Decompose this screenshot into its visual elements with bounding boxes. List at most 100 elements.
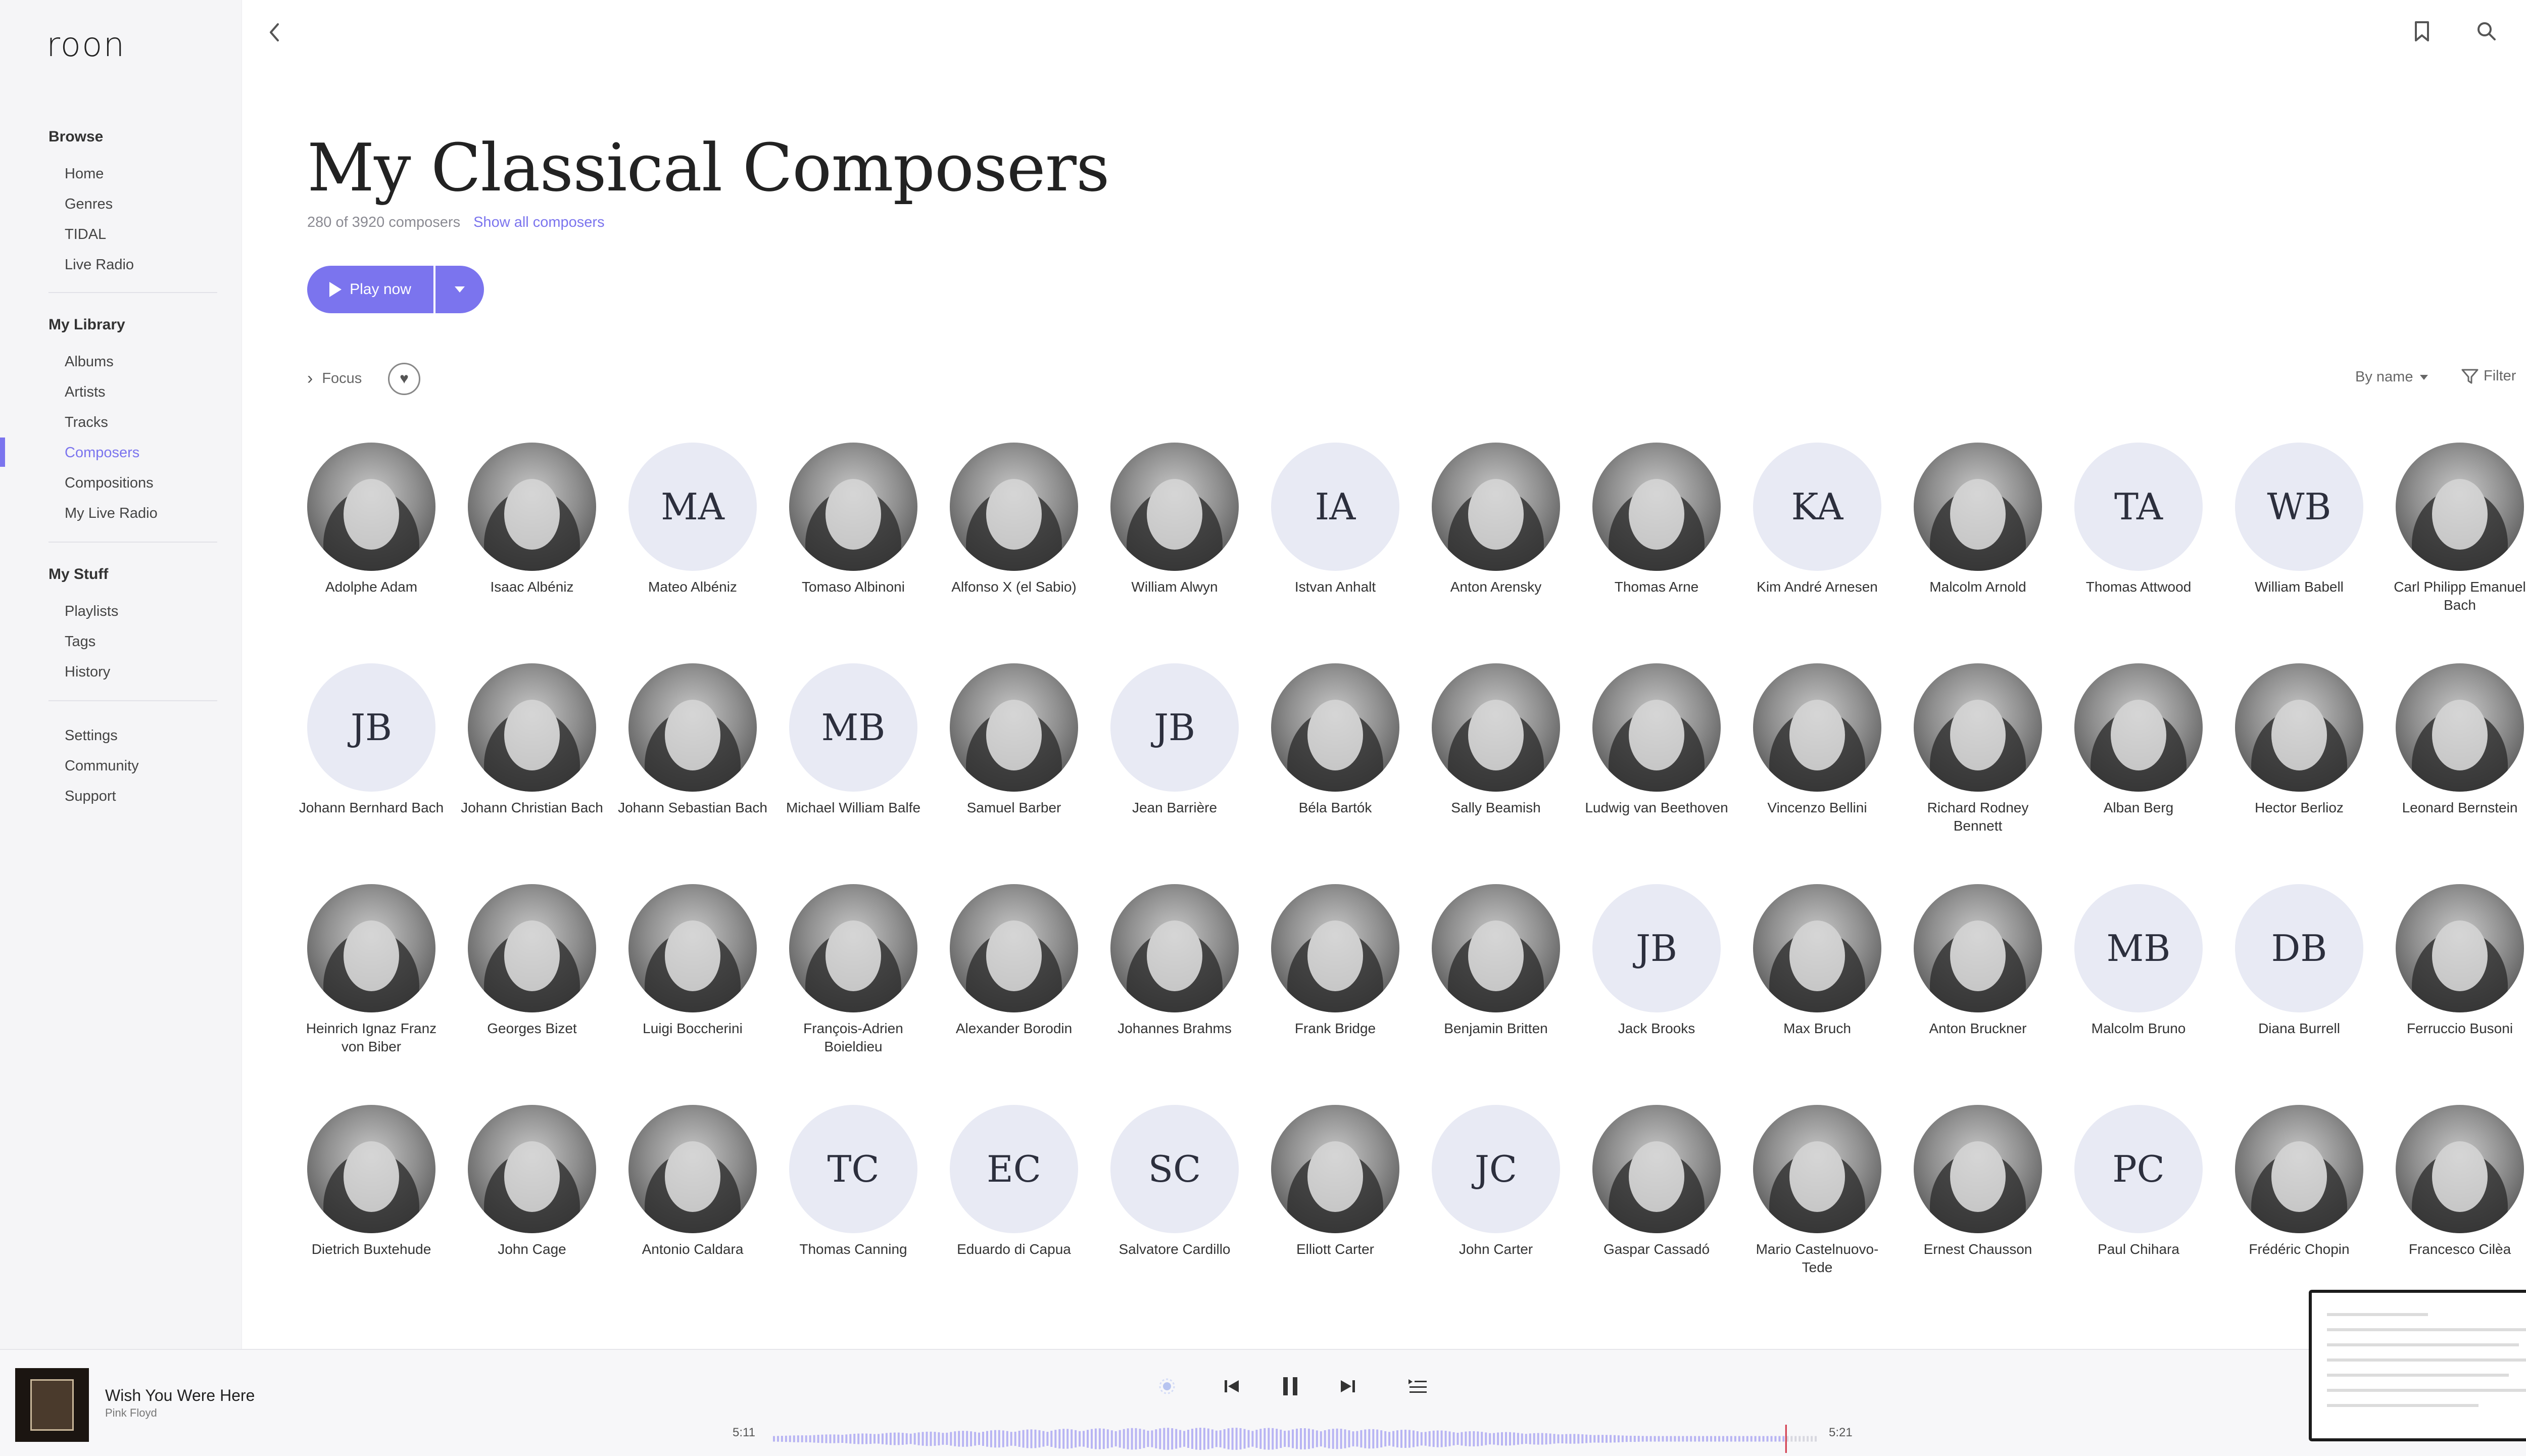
sidebar-item-genres[interactable]: Genres [65, 196, 113, 213]
sidebar-item-tags[interactable]: Tags [65, 634, 95, 650]
composer-initials-avatar[interactable]: KA [1753, 443, 1881, 571]
composer-portrait[interactable] [628, 663, 757, 792]
composer-portrait[interactable] [1592, 443, 1721, 571]
composer-name[interactable]: Sally Beamish [1420, 799, 1572, 817]
composer-portrait[interactable] [1432, 884, 1560, 1012]
composer-name[interactable]: Diana Burrell [2223, 1020, 2375, 1038]
composer-card[interactable]: DB Diana Burrell [2235, 884, 2363, 1105]
composer-initials-avatar[interactable]: JB [1592, 884, 1721, 1012]
composer-card[interactable]: MA Mateo Albéniz [628, 443, 757, 663]
sidebar-item-composers[interactable]: Composers [65, 445, 139, 461]
composer-card[interactable]: PC Paul Chihara [2074, 1105, 2203, 1326]
composer-initials-avatar[interactable]: JC [1432, 1105, 1560, 1233]
composer-name[interactable]: Mario Castelnuovo-Tede [1741, 1240, 1893, 1277]
composer-name[interactable]: Alexander Borodin [938, 1020, 1090, 1038]
composer-card[interactable]: Benjamin Britten [1432, 884, 1560, 1105]
sidebar-item-live-radio[interactable]: Live Radio [65, 257, 134, 273]
composer-portrait[interactable] [468, 1105, 596, 1233]
composer-portrait[interactable] [1271, 884, 1399, 1012]
composer-card[interactable]: EC Eduardo di Capua [950, 1105, 1078, 1326]
waveform-seek-bar[interactable] [773, 1425, 1819, 1453]
composer-initials-avatar[interactable]: PC [2074, 1105, 2203, 1233]
composer-card[interactable]: MB Michael William Balfe [786, 663, 920, 884]
filter-button[interactable]: Filter [2461, 368, 2516, 384]
composer-name[interactable]: Johannes Brahms [1099, 1020, 1250, 1038]
composer-card[interactable]: Gaspar Cassadó [1592, 1105, 1721, 1326]
composer-portrait[interactable] [307, 443, 435, 571]
composer-card[interactable]: John Cage [468, 1105, 596, 1326]
composer-name[interactable]: Vincenzo Bellini [1741, 799, 1893, 817]
composer-name[interactable]: Johann Christian Bach [456, 799, 608, 817]
bookmark-icon[interactable] [2413, 20, 2431, 42]
composer-name[interactable]: Istvan Anhalt [1259, 578, 1411, 596]
composer-name[interactable]: Jean Barrière [1099, 799, 1250, 817]
composer-initials-avatar[interactable]: EC [950, 1105, 1078, 1233]
composer-card[interactable]: Thomas Arne [1592, 443, 1721, 663]
composer-card[interactable]: WB William Babell [2235, 443, 2363, 663]
composer-name[interactable]: Michael William Balfe [778, 799, 929, 817]
composer-card[interactable]: JB Johann Bernhard Bach [299, 663, 444, 884]
composer-portrait[interactable] [307, 884, 435, 1012]
play-now-button[interactable]: Play now [307, 266, 433, 313]
composer-portrait[interactable] [1110, 884, 1239, 1012]
composer-card[interactable]: Sally Beamish [1432, 663, 1560, 884]
sidebar-item-my-live-radio[interactable]: My Live Radio [65, 505, 158, 522]
composer-card[interactable]: Ludwig van Beethoven [1585, 663, 1728, 884]
composer-portrait[interactable] [1592, 1105, 1721, 1233]
composer-initials-avatar[interactable]: IA [1271, 443, 1399, 571]
composer-name[interactable]: Heinrich Ignaz Franz von Biber [296, 1020, 447, 1056]
composer-initials-avatar[interactable]: TA [2074, 443, 2203, 571]
composer-name[interactable]: Antonio Caldara [617, 1240, 768, 1258]
sidebar-item-community[interactable]: Community [65, 758, 139, 774]
composer-portrait[interactable] [307, 1105, 435, 1233]
composer-portrait[interactable] [2235, 663, 2363, 792]
track-title[interactable]: Wish You Were Here [105, 1386, 255, 1405]
composer-name[interactable]: Salvatore Cardillo [1099, 1240, 1250, 1258]
composer-card[interactable]: Luigi Boccherini [628, 884, 757, 1105]
composer-name[interactable]: François-Adrien Boieldieu [778, 1020, 929, 1056]
favorite-filter-button[interactable]: ♥ [388, 363, 420, 395]
composer-card[interactable]: Johann Christian Bach [461, 663, 603, 884]
composer-name[interactable]: Eduardo di Capua [938, 1240, 1090, 1258]
composer-card[interactable]: Johannes Brahms [1110, 884, 1239, 1105]
composer-card[interactable]: Ferruccio Busoni [2396, 884, 2524, 1105]
composer-portrait[interactable] [1753, 884, 1881, 1012]
composer-portrait[interactable] [1914, 663, 2042, 792]
composer-portrait[interactable] [950, 663, 1078, 792]
composer-portrait[interactable] [2396, 663, 2524, 792]
composer-initials-avatar[interactable]: MA [628, 443, 757, 571]
composer-portrait[interactable] [950, 443, 1078, 571]
display-preview-thumbnail[interactable] [2309, 1290, 2526, 1441]
sidebar-item-history[interactable]: History [65, 664, 110, 681]
composer-name[interactable]: John Cage [456, 1240, 608, 1258]
composer-card[interactable]: Samuel Barber [950, 663, 1078, 884]
back-icon[interactable] [265, 21, 285, 43]
composer-initials-avatar[interactable]: MB [2074, 884, 2203, 1012]
composer-name[interactable]: Johann Sebastian Bach [617, 799, 768, 817]
composer-portrait[interactable] [1914, 884, 2042, 1012]
playhead[interactable] [1785, 1425, 1787, 1453]
composer-name[interactable]: Alban Berg [2063, 799, 2214, 817]
composer-card[interactable]: Tomaso Albinoni [789, 443, 917, 663]
composer-name[interactable]: Paul Chihara [2063, 1240, 2214, 1258]
composer-name[interactable]: Dietrich Buxtehude [296, 1240, 447, 1258]
composer-card[interactable]: Béla Bartók [1271, 663, 1399, 884]
composer-name[interactable]: Adolphe Adam [296, 578, 447, 596]
queue-icon[interactable] [1407, 1377, 1428, 1398]
composer-name[interactable]: Alfonso X (el Sabio) [938, 578, 1090, 596]
composer-name[interactable]: Thomas Arne [1581, 578, 1732, 596]
composer-card[interactable]: TA Thomas Attwood [2074, 443, 2203, 663]
composer-portrait[interactable] [2396, 884, 2524, 1012]
composer-card[interactable]: JC John Carter [1432, 1105, 1560, 1326]
composer-name[interactable]: Frank Bridge [1259, 1020, 1411, 1038]
composer-name[interactable]: Kim André Arnesen [1741, 578, 1893, 596]
composer-initials-avatar[interactable]: SC [1110, 1105, 1239, 1233]
composer-card[interactable]: TC Thomas Canning [789, 1105, 917, 1326]
composer-name[interactable]: Georges Bizet [456, 1020, 608, 1038]
composer-name[interactable]: William Babell [2223, 578, 2375, 596]
composer-card[interactable]: Mario Castelnuovo-Tede [1753, 1105, 1881, 1326]
composer-card[interactable]: Alban Berg [2074, 663, 2203, 884]
pause-icon[interactable] [1278, 1374, 1302, 1401]
composer-portrait[interactable] [2396, 1105, 2524, 1233]
sort-dropdown[interactable]: By name [2355, 369, 2428, 385]
